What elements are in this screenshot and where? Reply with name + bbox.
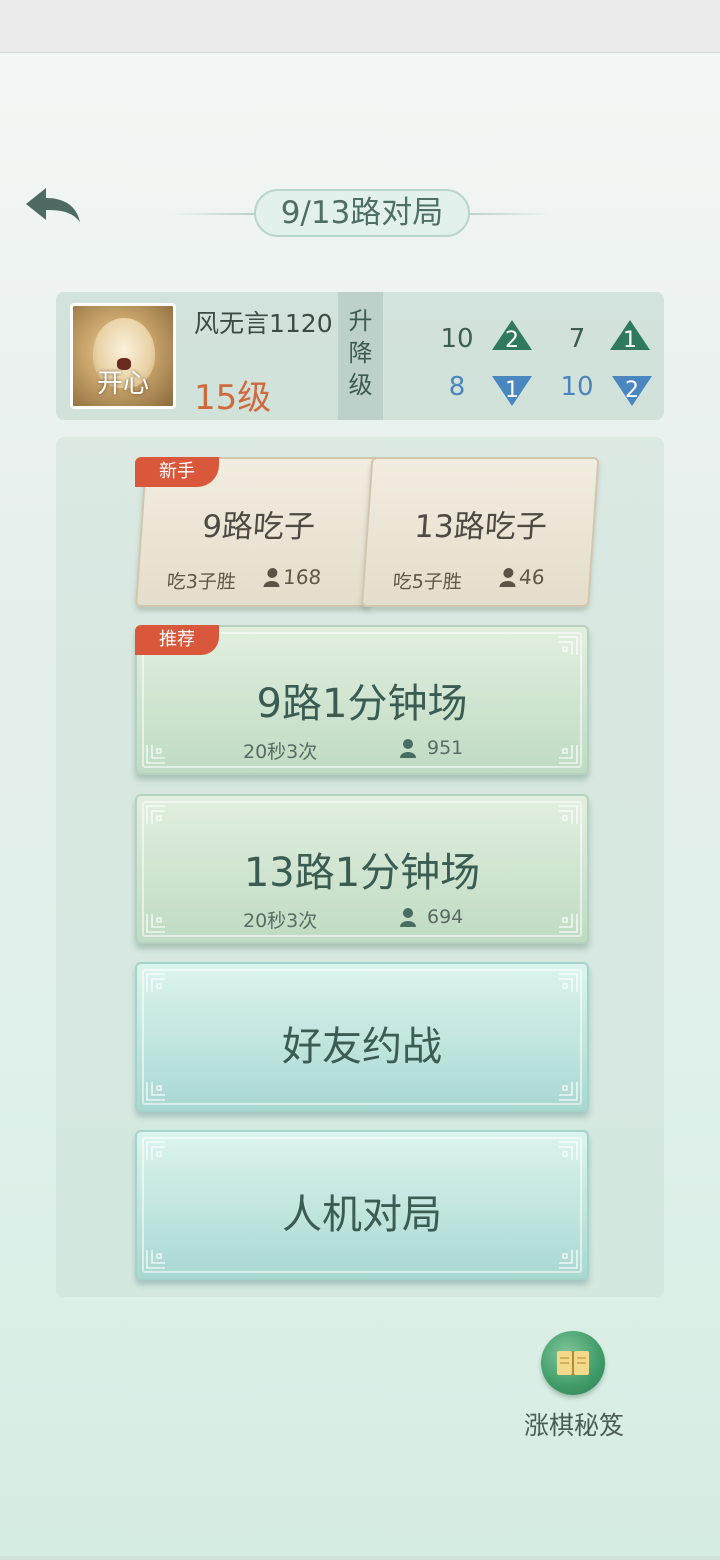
friend-match-title: 好友约战 (282, 1024, 442, 1070)
blitz-13-rule: 20秒3次 (243, 910, 318, 932)
down-triangle-icon: 2 (612, 376, 652, 406)
corner-ornament (559, 1082, 578, 1101)
nine-down-badge: 1 (505, 378, 519, 403)
player-level: 15级 (194, 378, 272, 418)
rank-label-char: 降 (348, 339, 373, 367)
corner-ornament (559, 973, 578, 992)
corner-ornament (559, 745, 578, 764)
rank-label-char: 级 (348, 371, 373, 399)
rank-label: 升 降 级 (338, 292, 383, 420)
corner-ornament (146, 805, 165, 824)
bottom-divider (0, 1556, 720, 1560)
corner-ornament (146, 745, 165, 764)
title-decoration-left (170, 213, 260, 215)
corner-ornament (146, 914, 165, 933)
ai-match-title: 人机对局 (282, 1192, 442, 1238)
corner-ornament (559, 636, 578, 655)
status-bar (0, 0, 720, 53)
recommended-badge: 推荐 (135, 625, 219, 655)
corner-ornament (146, 1141, 165, 1160)
blitz-9-rule: 20秒3次 (243, 741, 318, 763)
corner-ornament (559, 1141, 578, 1160)
person-icon (400, 908, 416, 927)
friend-match-card[interactable]: 好友约战 (135, 962, 589, 1112)
blitz-13-players: 694 (427, 906, 464, 928)
thirteen-up-badge: 1 (623, 328, 637, 353)
capture-9-title: 9路吃子 (200, 509, 317, 545)
player-name: 风无言1120 (194, 309, 333, 338)
person-icon (263, 568, 280, 587)
back-button[interactable] (22, 182, 86, 232)
tips-label[interactable]: 涨棋秘笈 (512, 1406, 636, 1442)
blitz-13-card[interactable]: 13路1分钟场 20秒3次 694 (135, 794, 589, 944)
up-triangle-icon: 1 (610, 320, 650, 353)
capture-9-rule: 吃3子胜 (165, 571, 237, 593)
avatar-caption: 开心 (96, 369, 149, 399)
corner-ornament (146, 1082, 165, 1101)
down-triangle-icon: 1 (492, 376, 532, 406)
nine-up-badge: 2 (505, 328, 519, 353)
tips-button[interactable] (541, 1331, 605, 1395)
up-triangle-icon: 2 (492, 320, 532, 353)
capture-13-rule: 吃5子胜 (391, 571, 463, 593)
corner-ornament (559, 1250, 578, 1269)
rank-label-char: 升 (348, 307, 373, 335)
ai-match-card[interactable]: 人机对局 (135, 1130, 589, 1280)
capture-13-title: 13路吃子 (413, 509, 549, 545)
person-icon (400, 739, 416, 758)
title-decoration-right (462, 213, 552, 215)
person-icon (499, 568, 516, 587)
thirteen-up-count: 7 (568, 324, 586, 354)
blitz-9-players: 951 (427, 737, 464, 759)
capture-13-card[interactable]: 13路吃子 吃5子胜 46 (361, 457, 600, 607)
avatar[interactable]: 开心 (70, 303, 176, 409)
page-title: 9/13路对局 (254, 189, 470, 237)
capture-9-players: 168 (282, 565, 323, 589)
blitz-13-title: 13路1分钟场 (243, 850, 481, 896)
thirteen-down-badge: 2 (625, 378, 639, 403)
corner-ornament (559, 914, 578, 933)
corner-ornament (559, 805, 578, 824)
nine-down-count: 8 (448, 372, 466, 402)
corner-ornament (146, 973, 165, 992)
beginner-badge: 新手 (135, 457, 219, 487)
corner-ornament (146, 1250, 165, 1269)
thirteen-down-count: 10 (560, 372, 594, 402)
blitz-9-title: 9路1分钟场 (256, 681, 468, 727)
back-arrow-icon (26, 188, 80, 222)
nine-up-count: 10 (440, 324, 474, 354)
book-icon (557, 1351, 589, 1376)
capture-13-players: 46 (518, 565, 546, 589)
